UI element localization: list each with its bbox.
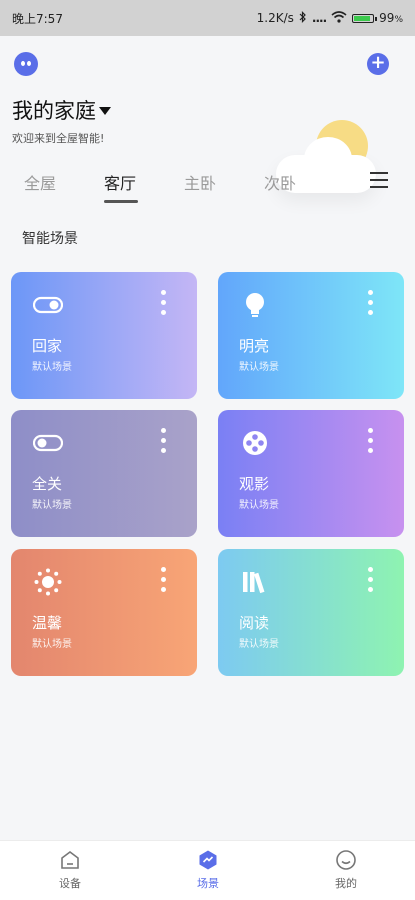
smile-icon <box>335 849 357 871</box>
welcome-text: 欢迎来到全屋智能! <box>12 132 105 145</box>
lightbulb-icon <box>240 290 270 320</box>
scene-name: 温馨 <box>32 614 63 632</box>
bluetooth-icon <box>299 10 307 26</box>
scene-subtitle: 默认场景 <box>239 500 279 511</box>
tab-all[interactable]: 全屋 <box>24 170 56 194</box>
nav-label: 场景 <box>197 877 219 890</box>
nav-devices[interactable]: 设备 <box>40 849 100 891</box>
nav-label: 我的 <box>335 877 357 890</box>
sun-icon <box>33 567 63 597</box>
scene-card-bright[interactable]: 明亮 默认场景 <box>218 272 404 399</box>
plus-icon: + <box>370 52 386 73</box>
status-icons: 1.2K/s .... 99% <box>256 10 403 26</box>
scene-name: 回家 <box>32 337 63 355</box>
bottom-nav: 设备 场景 我的 <box>0 840 415 900</box>
toggle-off-icon <box>32 428 64 458</box>
signal-icon: .... <box>311 11 327 25</box>
robot-face-icon[interactable] <box>14 52 38 76</box>
battery-icon <box>352 13 378 23</box>
scene-name: 全关 <box>32 475 63 493</box>
nav-scenes[interactable]: 场景 <box>178 849 238 891</box>
more-options-icon[interactable] <box>368 567 374 597</box>
more-options-icon[interactable] <box>161 290 167 320</box>
more-options-icon[interactable] <box>161 567 167 597</box>
network-speed: 1.2K/s <box>256 11 294 25</box>
scene-card-cozy[interactable]: 温馨 默认场景 <box>11 549 197 676</box>
home-icon <box>59 849 81 871</box>
active-tab-indicator <box>104 200 138 203</box>
scene-card-all-off[interactable]: 全关 默认场景 <box>11 410 197 537</box>
scene-card-movie[interactable]: 观影 默认场景 <box>218 410 404 537</box>
scene-card-home[interactable]: 回家 默认场景 <box>11 272 197 399</box>
status-bar: 晚上7:57 1.2K/s .... 99% <box>0 0 415 36</box>
scene-name: 观影 <box>239 475 270 493</box>
status-time: 晚上7:57 <box>12 11 63 26</box>
nav-mine[interactable]: 我的 <box>316 849 376 891</box>
film-reel-icon <box>240 428 270 458</box>
add-button[interactable]: + <box>367 53 389 75</box>
toggle-on-icon <box>32 290 64 320</box>
scene-subtitle: 默认场景 <box>32 362 72 373</box>
tab-master-bedroom[interactable]: 主卧 <box>184 170 216 194</box>
tab-living-room[interactable]: 客厅 <box>104 170 136 194</box>
scene-subtitle: 默认场景 <box>239 639 279 650</box>
scene-name: 阅读 <box>239 614 270 632</box>
more-options-icon[interactable] <box>161 428 167 458</box>
scene-subtitle: 默认场景 <box>32 500 72 511</box>
more-options-icon[interactable] <box>368 428 374 458</box>
scene-subtitle: 默认场景 <box>32 639 72 650</box>
scene-subtitle: 默认场景 <box>239 362 279 373</box>
scene-name: 明亮 <box>239 337 270 355</box>
home-selector[interactable]: 我的家庭 <box>12 95 111 125</box>
menu-icon[interactable] <box>370 172 388 188</box>
more-options-icon[interactable] <box>368 290 374 320</box>
wifi-icon <box>331 10 347 26</box>
scene-card-reading[interactable]: 阅读 默认场景 <box>218 549 404 676</box>
home-title: 我的家庭 <box>12 99 96 123</box>
battery-percent: 99% <box>379 11 403 25</box>
books-icon <box>240 567 270 597</box>
nav-label: 设备 <box>59 877 81 890</box>
room-tabs: 全屋 客厅 主卧 次卧 <box>0 166 415 206</box>
scene-icon <box>197 849 219 871</box>
tab-second-bedroom[interactable]: 次卧 <box>264 170 296 194</box>
caret-down-icon <box>99 107 111 115</box>
section-title: 智能场景 <box>22 231 78 247</box>
